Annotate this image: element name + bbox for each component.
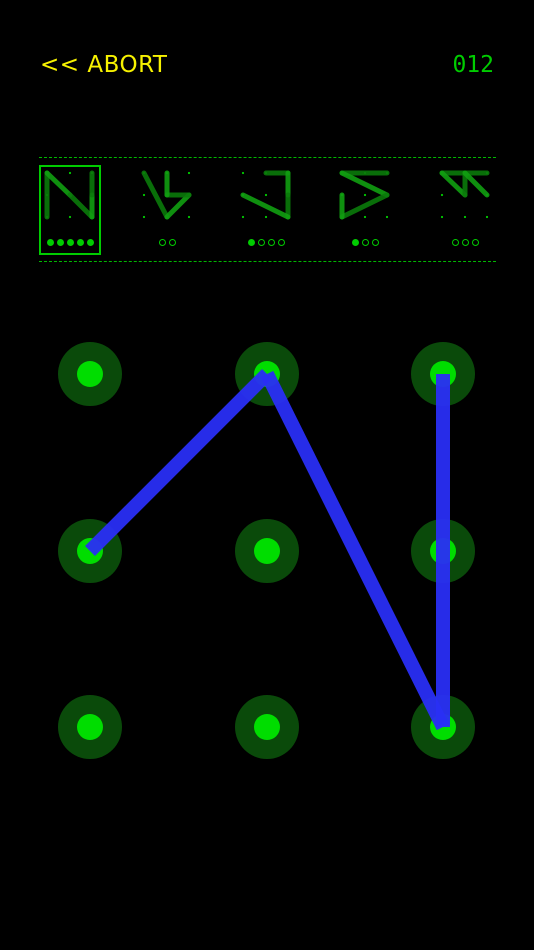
drawn-path-segment <box>85 369 272 556</box>
grid-node-8[interactable] <box>254 714 280 740</box>
grid-node-7[interactable] <box>77 714 103 740</box>
pattern-board[interactable] <box>0 0 534 950</box>
grid-node-5[interactable] <box>254 538 280 564</box>
grid-node-1[interactable] <box>77 361 103 387</box>
